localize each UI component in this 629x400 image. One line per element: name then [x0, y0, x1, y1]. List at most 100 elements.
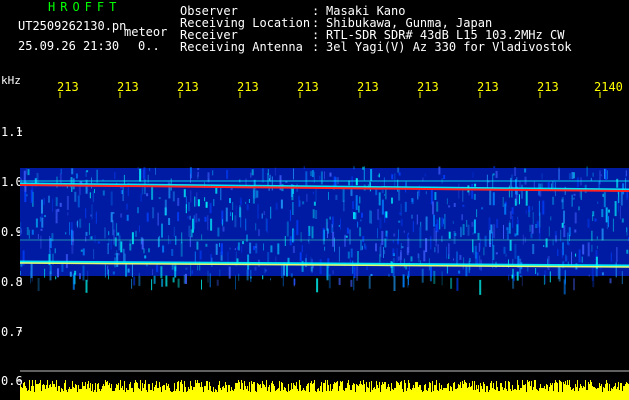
noise-speckle	[310, 171, 312, 177]
power-bar	[458, 384, 459, 400]
noise-speckle	[31, 229, 34, 235]
noise-speckle	[107, 243, 109, 255]
noise-speckle	[610, 252, 612, 262]
power-bar	[585, 380, 586, 400]
power-bar	[343, 390, 344, 400]
noise-speckle	[549, 271, 551, 283]
power-bar	[134, 383, 135, 400]
power-bar	[364, 384, 365, 400]
noise-speckle	[254, 266, 257, 271]
power-bar	[328, 385, 329, 400]
noise-speckle	[52, 198, 54, 212]
noise-speckle	[481, 207, 484, 210]
power-bar	[456, 389, 457, 400]
noise-speckle	[493, 224, 496, 239]
power-bar	[604, 388, 605, 400]
power-bar	[254, 382, 255, 400]
power-bar	[35, 380, 36, 400]
power-bar	[283, 390, 284, 400]
power-bar	[180, 382, 181, 400]
power-bar	[584, 387, 585, 400]
power-bar	[626, 382, 627, 400]
noise-speckle	[205, 201, 208, 208]
power-bar	[205, 386, 206, 400]
power-bar	[51, 387, 52, 400]
noise-speckle	[48, 195, 50, 203]
power-bar	[587, 390, 588, 400]
power-bar	[200, 387, 201, 400]
power-bar	[273, 384, 274, 400]
noise-speckle	[311, 226, 314, 239]
power-bar	[479, 392, 480, 400]
power-bar	[58, 386, 59, 400]
power-bar	[288, 384, 289, 400]
power-bar	[154, 387, 155, 400]
noise-speckle	[385, 211, 388, 218]
power-bar	[197, 380, 198, 400]
power-bar	[109, 383, 110, 400]
noise-speckle	[537, 272, 539, 276]
power-bar	[112, 391, 113, 400]
noise-speckle	[97, 241, 100, 244]
noise-speckle	[229, 198, 231, 204]
noise-speckle	[421, 268, 424, 283]
noise-speckle	[331, 216, 334, 225]
power-bar	[347, 383, 348, 400]
power-bar	[420, 385, 421, 400]
power-bar	[363, 380, 364, 400]
power-bar	[623, 386, 624, 400]
noise-speckle	[153, 275, 156, 284]
power-bar	[267, 391, 268, 400]
noise-speckle	[267, 252, 270, 263]
power-bar	[480, 383, 481, 400]
noise-speckle	[263, 243, 264, 251]
noise-speckle	[232, 202, 234, 210]
power-bar	[48, 388, 49, 400]
power-bar	[506, 389, 507, 400]
noise-speckle	[37, 278, 40, 291]
noise-speckle	[543, 245, 545, 247]
noise-speckle	[256, 190, 259, 198]
noise-speckle	[57, 208, 60, 212]
noise-speckle	[506, 230, 509, 240]
power-bar	[491, 381, 492, 400]
noise-speckle	[552, 181, 554, 189]
power-bar	[117, 385, 118, 400]
noise-speckle	[155, 167, 156, 175]
power-bar	[441, 385, 442, 400]
power-bar	[258, 384, 259, 400]
power-bar	[281, 382, 282, 400]
noise-speckle	[242, 241, 244, 245]
noise-speckle	[398, 220, 401, 223]
noise-speckle	[587, 218, 590, 228]
power-bar	[353, 383, 354, 400]
noise-speckle	[529, 224, 531, 232]
power-bar	[545, 389, 546, 400]
noise-speckle	[441, 271, 443, 286]
power-bar	[266, 380, 267, 400]
power-bar	[477, 389, 478, 400]
power-bar	[173, 391, 174, 400]
power-bar	[26, 388, 27, 400]
noise-speckle	[397, 256, 400, 261]
power-bar	[617, 387, 618, 400]
power-bar	[486, 386, 487, 400]
noise-speckle	[123, 248, 125, 263]
power-bar	[359, 384, 360, 400]
noise-speckle	[466, 220, 468, 227]
power-bar	[334, 382, 335, 400]
noise-speckle	[35, 218, 38, 228]
power-bar	[425, 384, 426, 400]
power-bar	[570, 387, 571, 400]
noise-speckle	[91, 204, 93, 220]
noise-speckle	[424, 173, 426, 177]
noise-speckle	[90, 214, 92, 217]
noise-speckle	[177, 197, 180, 206]
power-bar	[515, 389, 516, 400]
noise-speckle	[581, 256, 583, 263]
noise-speckle	[212, 170, 214, 176]
power-bar	[390, 391, 391, 400]
noise-speckle	[226, 169, 229, 179]
power-bar	[414, 388, 415, 400]
power-bar	[423, 391, 424, 400]
